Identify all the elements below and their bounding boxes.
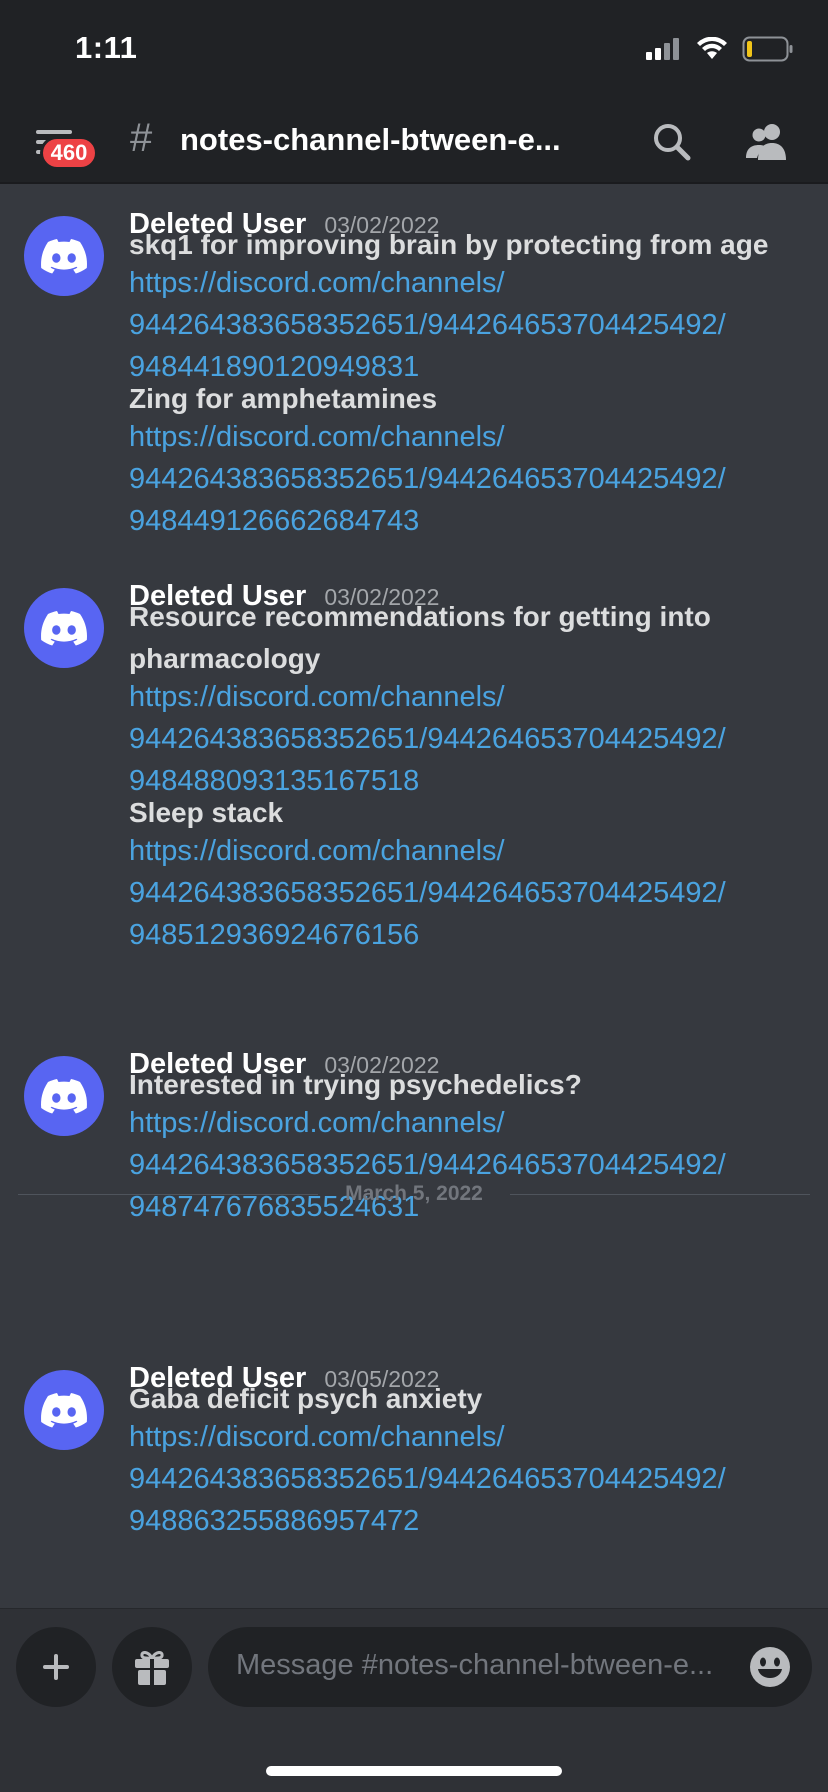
- message-group: Deleted User 03/02/2022 Interested in tr…: [0, 1026, 828, 1246]
- message-composer: Message #notes-channel-btween-e...: [0, 1608, 828, 1792]
- channel-title[interactable]: notes-channel-btween-e...: [180, 122, 620, 158]
- avatar[interactable]: [24, 1370, 104, 1450]
- emoji-smile-icon[interactable]: [748, 1645, 792, 1689]
- battery-low-icon: [742, 36, 793, 62]
- search-icon[interactable]: [650, 120, 694, 164]
- message-link[interactable]: https://discord.com/channels/ 9442643836…: [129, 830, 819, 956]
- add-attachment-button[interactable]: [16, 1627, 96, 1707]
- status-time: 1:11: [75, 30, 138, 65]
- message-link[interactable]: https://discord.com/channels/ 9442643836…: [129, 1102, 819, 1228]
- discord-logo-icon: [41, 611, 87, 646]
- discord-logo-icon: [41, 1393, 87, 1428]
- channel-hash-icon: #: [130, 116, 153, 160]
- members-icon[interactable]: [744, 120, 790, 164]
- message-text: Interested in trying psychedelics?: [129, 1069, 582, 1100]
- message-list[interactable]: Deleted User 03/02/2022 skq1 for improvi…: [0, 186, 828, 1608]
- message-text: Zing for amphetamines: [129, 383, 438, 414]
- unread-badge: 460: [40, 136, 98, 170]
- message-text: Gaba deficit psych anxiety: [129, 1383, 483, 1414]
- message-input[interactable]: Message #notes-channel-btween-e...: [208, 1627, 812, 1707]
- avatar[interactable]: [24, 588, 104, 668]
- cellular-signal-icon: [646, 38, 679, 60]
- discord-logo-icon: [41, 239, 87, 274]
- status-icons: [646, 36, 794, 62]
- message-input-placeholder: Message #notes-channel-btween-e...: [236, 1649, 714, 1681]
- message-group: Deleted User 03/02/2022 skq1 for improvi…: [0, 186, 828, 546]
- date-divider: March 5, 2022: [18, 1182, 810, 1205]
- message-group: Deleted User 03/05/2022 Gaba deficit psy…: [0, 1340, 828, 1608]
- avatar[interactable]: [24, 1056, 104, 1136]
- message-text: skq1 for improving brain by protecting f…: [129, 229, 769, 260]
- message-text: Resource recommendations for getting int…: [129, 601, 711, 674]
- gift-icon: [135, 1651, 169, 1685]
- message-link[interactable]: https://discord.com/channels/ 9442643836…: [129, 416, 819, 542]
- gift-button[interactable]: [112, 1627, 192, 1707]
- message-text: Sleep stack: [129, 797, 284, 828]
- wifi-icon: [697, 37, 727, 59]
- discord-logo-icon: [41, 1079, 87, 1114]
- home-indicator[interactable]: [266, 1766, 562, 1776]
- avatar[interactable]: [24, 216, 104, 296]
- message-link[interactable]: https://discord.com/channels/ 9442643836…: [129, 262, 819, 388]
- channel-header: 460 # notes-channel-btween-e...: [0, 100, 828, 184]
- message-group: Deleted User 03/02/2022 Resource recomme…: [0, 558, 828, 958]
- status-bar: 1:11: [0, 0, 828, 100]
- message-link[interactable]: https://discord.com/channels/ 9442643836…: [129, 1416, 819, 1542]
- message-link[interactable]: https://discord.com/channels/ 9442643836…: [129, 676, 819, 802]
- plus-icon: [43, 1654, 69, 1680]
